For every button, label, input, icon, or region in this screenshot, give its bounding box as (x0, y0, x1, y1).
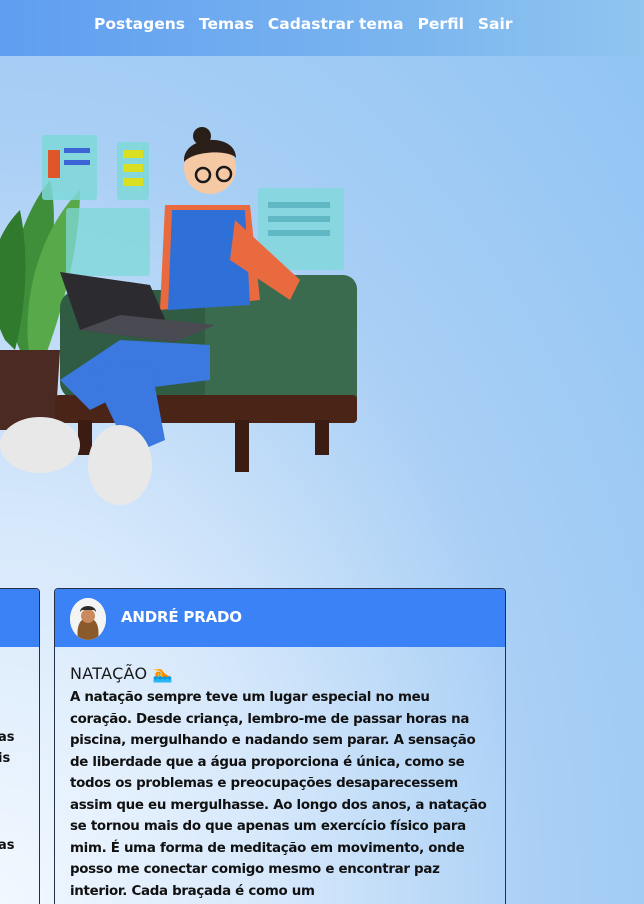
left-card-text-fragment: as (0, 838, 15, 853)
avatar[interactable] (70, 598, 106, 640)
post-card-body: NATAÇÃO 🏊 A natação sempre teve um lugar… (55, 647, 505, 902)
post-card: ANDRÉ PRADO NATAÇÃO 🏊 A natação sempre t… (54, 588, 506, 904)
nav-link-temas[interactable]: Temas (199, 13, 254, 35)
nav-links: Postagens Temas Cadastrar tema Perfil Sa… (94, 13, 512, 35)
post-card-partial (0, 588, 40, 904)
post-text: A natação sempre teve um lugar especial … (70, 690, 487, 899)
nav-link-perfil[interactable]: Perfil (418, 13, 464, 35)
post-author[interactable]: ANDRÉ PRADO (121, 608, 242, 626)
nav-link-cadastrar-tema[interactable]: Cadastrar tema (268, 13, 404, 35)
navbar: Postagens Temas Cadastrar tema Perfil Sa… (0, 0, 644, 56)
left-card-text-fragment: is (0, 751, 11, 766)
post-title: NATAÇÃO 🏊 (70, 664, 174, 683)
nav-link-sair[interactable]: Sair (478, 13, 513, 35)
nav-link-postagens[interactable]: Postagens (94, 13, 185, 35)
avatar-image (70, 598, 106, 640)
hero-illustration (0, 127, 357, 505)
post-card-partial-header (0, 589, 39, 647)
post-card-header: ANDRÉ PRADO (55, 589, 505, 647)
left-card-text-fragment: as (0, 730, 15, 745)
